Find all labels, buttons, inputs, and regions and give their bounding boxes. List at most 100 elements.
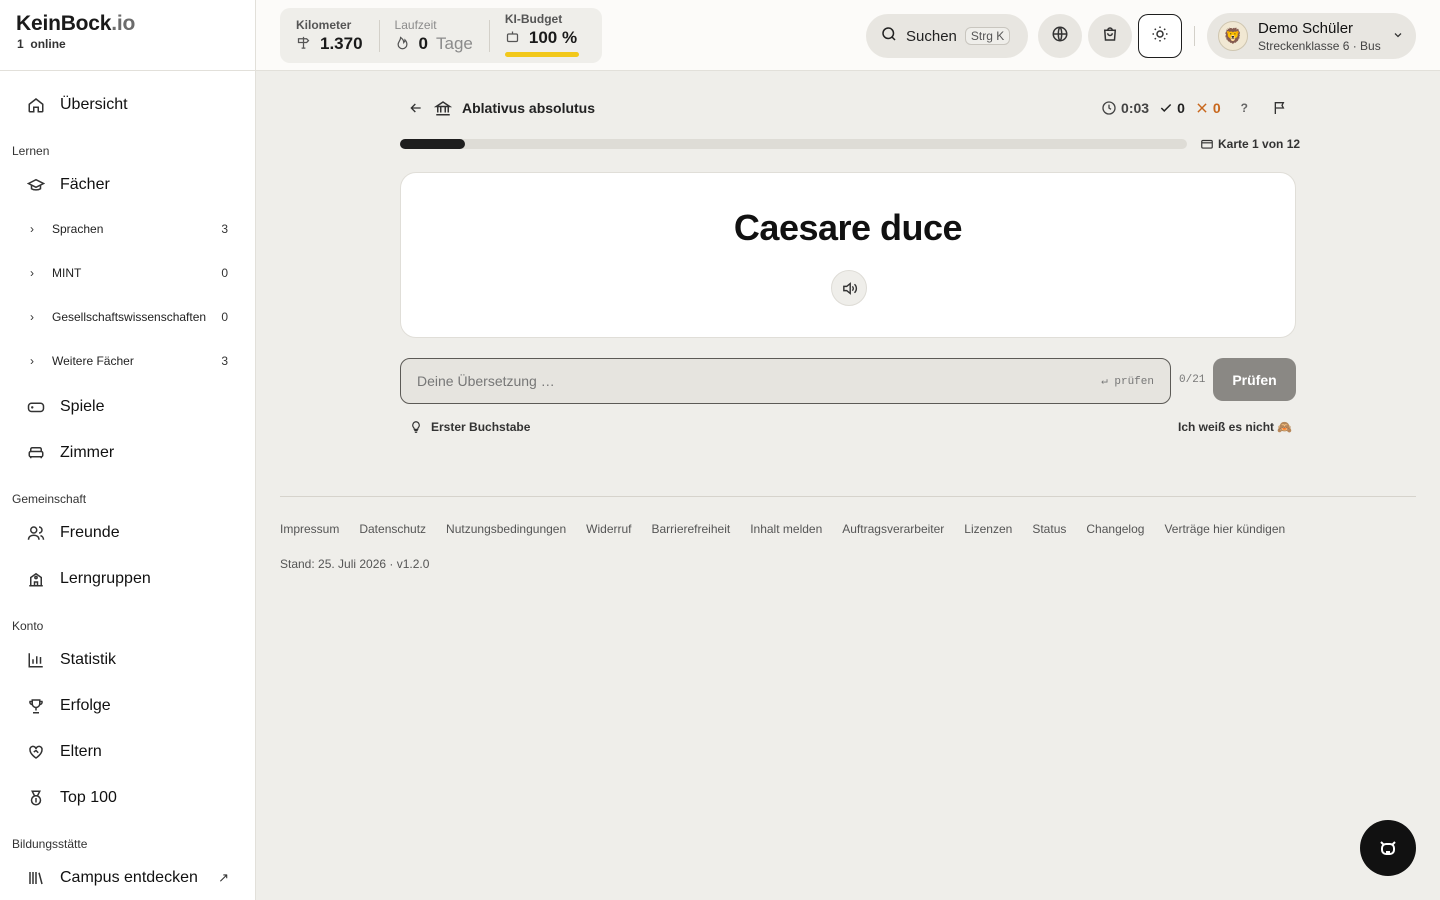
check-button[interactable]: Prüfen: [1213, 358, 1296, 401]
footer-link-privacy[interactable]: Datenschutz: [359, 522, 426, 536]
lesson-timer: 0:03: [1101, 100, 1149, 116]
online-count: 1: [17, 37, 24, 51]
flag-icon[interactable]: [1272, 100, 1288, 116]
library-icon: [26, 868, 46, 888]
dont-know-button[interactable]: Ich weiß es nicht 🙈: [1178, 420, 1292, 434]
sidebar-item-room[interactable]: Zimmer: [12, 438, 243, 468]
bar-chart-icon: [26, 650, 46, 670]
timer-value: 0:03: [1121, 100, 1150, 116]
language-button[interactable]: [1038, 14, 1082, 58]
online-indicator: 1 online: [16, 37, 239, 51]
correct-count: 0: [1159, 100, 1185, 116]
medal-icon: [26, 788, 46, 808]
footer-link-report[interactable]: Inhalt melden: [750, 522, 822, 536]
sofa-icon: [26, 443, 46, 463]
sidebar-item-label: Spiele: [60, 398, 105, 415]
dont-know-label: Ich weiß es nicht 🙈: [1178, 420, 1293, 434]
answer-input[interactable]: [417, 373, 1102, 389]
first-letter-label: Erster Buchstabe: [431, 420, 531, 434]
search-label: Suchen: [906, 27, 957, 45]
sidebar-item-campus[interactable]: Campus entdecken ↗: [12, 863, 243, 893]
footer-link-processors[interactable]: Auftragsverarbeiter: [842, 522, 944, 536]
user-menu-button[interactable]: 🦁 Demo Schüler Streckenklasse 6 · Bus: [1207, 13, 1416, 59]
sidebar-item-label: Erfolge: [60, 697, 111, 714]
sidebar-item-subjects[interactable]: Fächer: [12, 170, 243, 200]
subject-group-count: 3: [221, 222, 228, 236]
stat-label: Kilometer: [296, 18, 352, 32]
footer-link-impressum[interactable]: Impressum: [280, 522, 339, 536]
globe-icon: [1051, 25, 1069, 48]
avatar: 🦁: [1218, 21, 1248, 51]
sidebar-item-overview[interactable]: Übersicht: [12, 90, 243, 120]
brand-logo[interactable]: KeinBock.io: [16, 12, 239, 36]
topbar: Kilometer 1.370 Laufzeit 0 Tage KI-Budge…: [256, 0, 1440, 71]
brand-name: KeinBock: [16, 12, 112, 35]
shopping-bag-icon: [1101, 25, 1119, 48]
footer-link-status[interactable]: Status: [1032, 522, 1066, 536]
card-count-text: Karte 1 von 12: [1218, 137, 1301, 151]
users-icon: [26, 523, 46, 543]
user-subtitle: Streckenklasse 6 · Bus: [1258, 38, 1381, 53]
first-letter-button[interactable]: Erster Buchstabe: [409, 420, 530, 434]
sidebar-item-label: Fächer: [60, 176, 110, 193]
shop-button[interactable]: [1088, 14, 1132, 58]
theme-toggle-button[interactable]: [1138, 14, 1182, 58]
lesson-progress-bar: [400, 139, 1187, 149]
stat-value: 1.370: [320, 34, 363, 53]
home-icon: [26, 95, 46, 115]
sidebar-item-parents[interactable]: Eltern: [12, 737, 243, 767]
subject-group-label: Gesellschaftswissenschaften: [52, 310, 207, 324]
chevron-down-icon: [1392, 29, 1404, 44]
answer-hint: ↵ prüfen: [1101, 376, 1154, 388]
speak-button[interactable]: [831, 270, 867, 306]
stat-label: KI-Budget: [504, 12, 563, 26]
sidebar-item-label: Eltern: [60, 743, 102, 760]
footer-version: Stand: 25. Juli 2026 · v1.2.0: [280, 557, 430, 571]
landmark-icon: [434, 99, 452, 117]
search-button[interactable]: Suchen Strg K: [866, 14, 1028, 58]
chat-assistant-button[interactable]: [1360, 820, 1416, 876]
school-icon: [26, 569, 46, 589]
subject-group-other[interactable]: › Weitere Fächer 3: [12, 349, 228, 373]
stat-ai-budget[interactable]: KI-Budget 100 %: [488, 8, 595, 63]
footer-link-accessibility[interactable]: Barrierefreiheit: [652, 522, 731, 536]
char-counter: 0/21: [1179, 374, 1206, 386]
footer-divider: [280, 496, 1416, 497]
subject-group-count: 0: [221, 266, 228, 280]
stat-streak[interactable]: Laufzeit 0 Tage: [378, 8, 489, 63]
subject-group-languages[interactable]: › Sprachen 3: [12, 217, 228, 241]
stat-kilometers[interactable]: Kilometer 1.370: [280, 8, 379, 63]
section-label-institution: Bildungsstätte: [12, 837, 88, 851]
signpost-icon: [296, 35, 312, 53]
sidebar-item-games[interactable]: Spiele: [12, 392, 243, 422]
correct-value: 0: [1177, 100, 1185, 116]
robot-icon: [505, 29, 521, 47]
help-button[interactable]: ?: [1241, 101, 1248, 115]
card-counter: Karte 1 von 12: [1200, 137, 1300, 151]
sidebar-item-stats[interactable]: Statistik: [12, 645, 243, 675]
sidebar-item-groups[interactable]: Lerngruppen: [12, 564, 243, 594]
footer-link-licenses[interactable]: Lizenzen: [964, 522, 1012, 536]
external-link-icon: ↗: [218, 870, 229, 885]
footer-link-cancel-contracts[interactable]: Verträge hier kündigen: [1164, 522, 1285, 536]
footer-link-terms[interactable]: Nutzungsbedingungen: [446, 522, 566, 536]
sidebar-item-achievements[interactable]: Erfolge: [12, 691, 243, 721]
search-shortcut: Strg K: [964, 27, 1011, 45]
graduation-cap-icon: [26, 175, 46, 195]
sidebar-item-friends[interactable]: Freunde: [12, 518, 243, 548]
subject-group-social-sciences[interactable]: › Gesellschaftswissenschaften 0: [12, 305, 228, 329]
footer-link-withdrawal[interactable]: Widerruf: [586, 522, 631, 536]
sidebar-item-label: Campus entdecken: [60, 869, 198, 886]
stat-label: Laufzeit: [394, 18, 437, 32]
flashcard: Caesare duce: [400, 172, 1296, 338]
clock-icon: [1101, 100, 1117, 116]
sidebar-item-top100[interactable]: Top 100: [12, 783, 243, 813]
subject-group-label: Sprachen: [52, 222, 104, 236]
chevron-right-icon: ›: [30, 310, 34, 324]
back-arrow-icon[interactable]: [408, 100, 424, 116]
footer-link-changelog[interactable]: Changelog: [1086, 522, 1144, 536]
goat-mascot-icon: [1376, 836, 1400, 860]
subject-group-mint[interactable]: › MINT 0: [12, 261, 228, 285]
sidebar-item-label: Lerngruppen: [60, 570, 151, 587]
sidebar-item-label: Top 100: [60, 789, 117, 806]
